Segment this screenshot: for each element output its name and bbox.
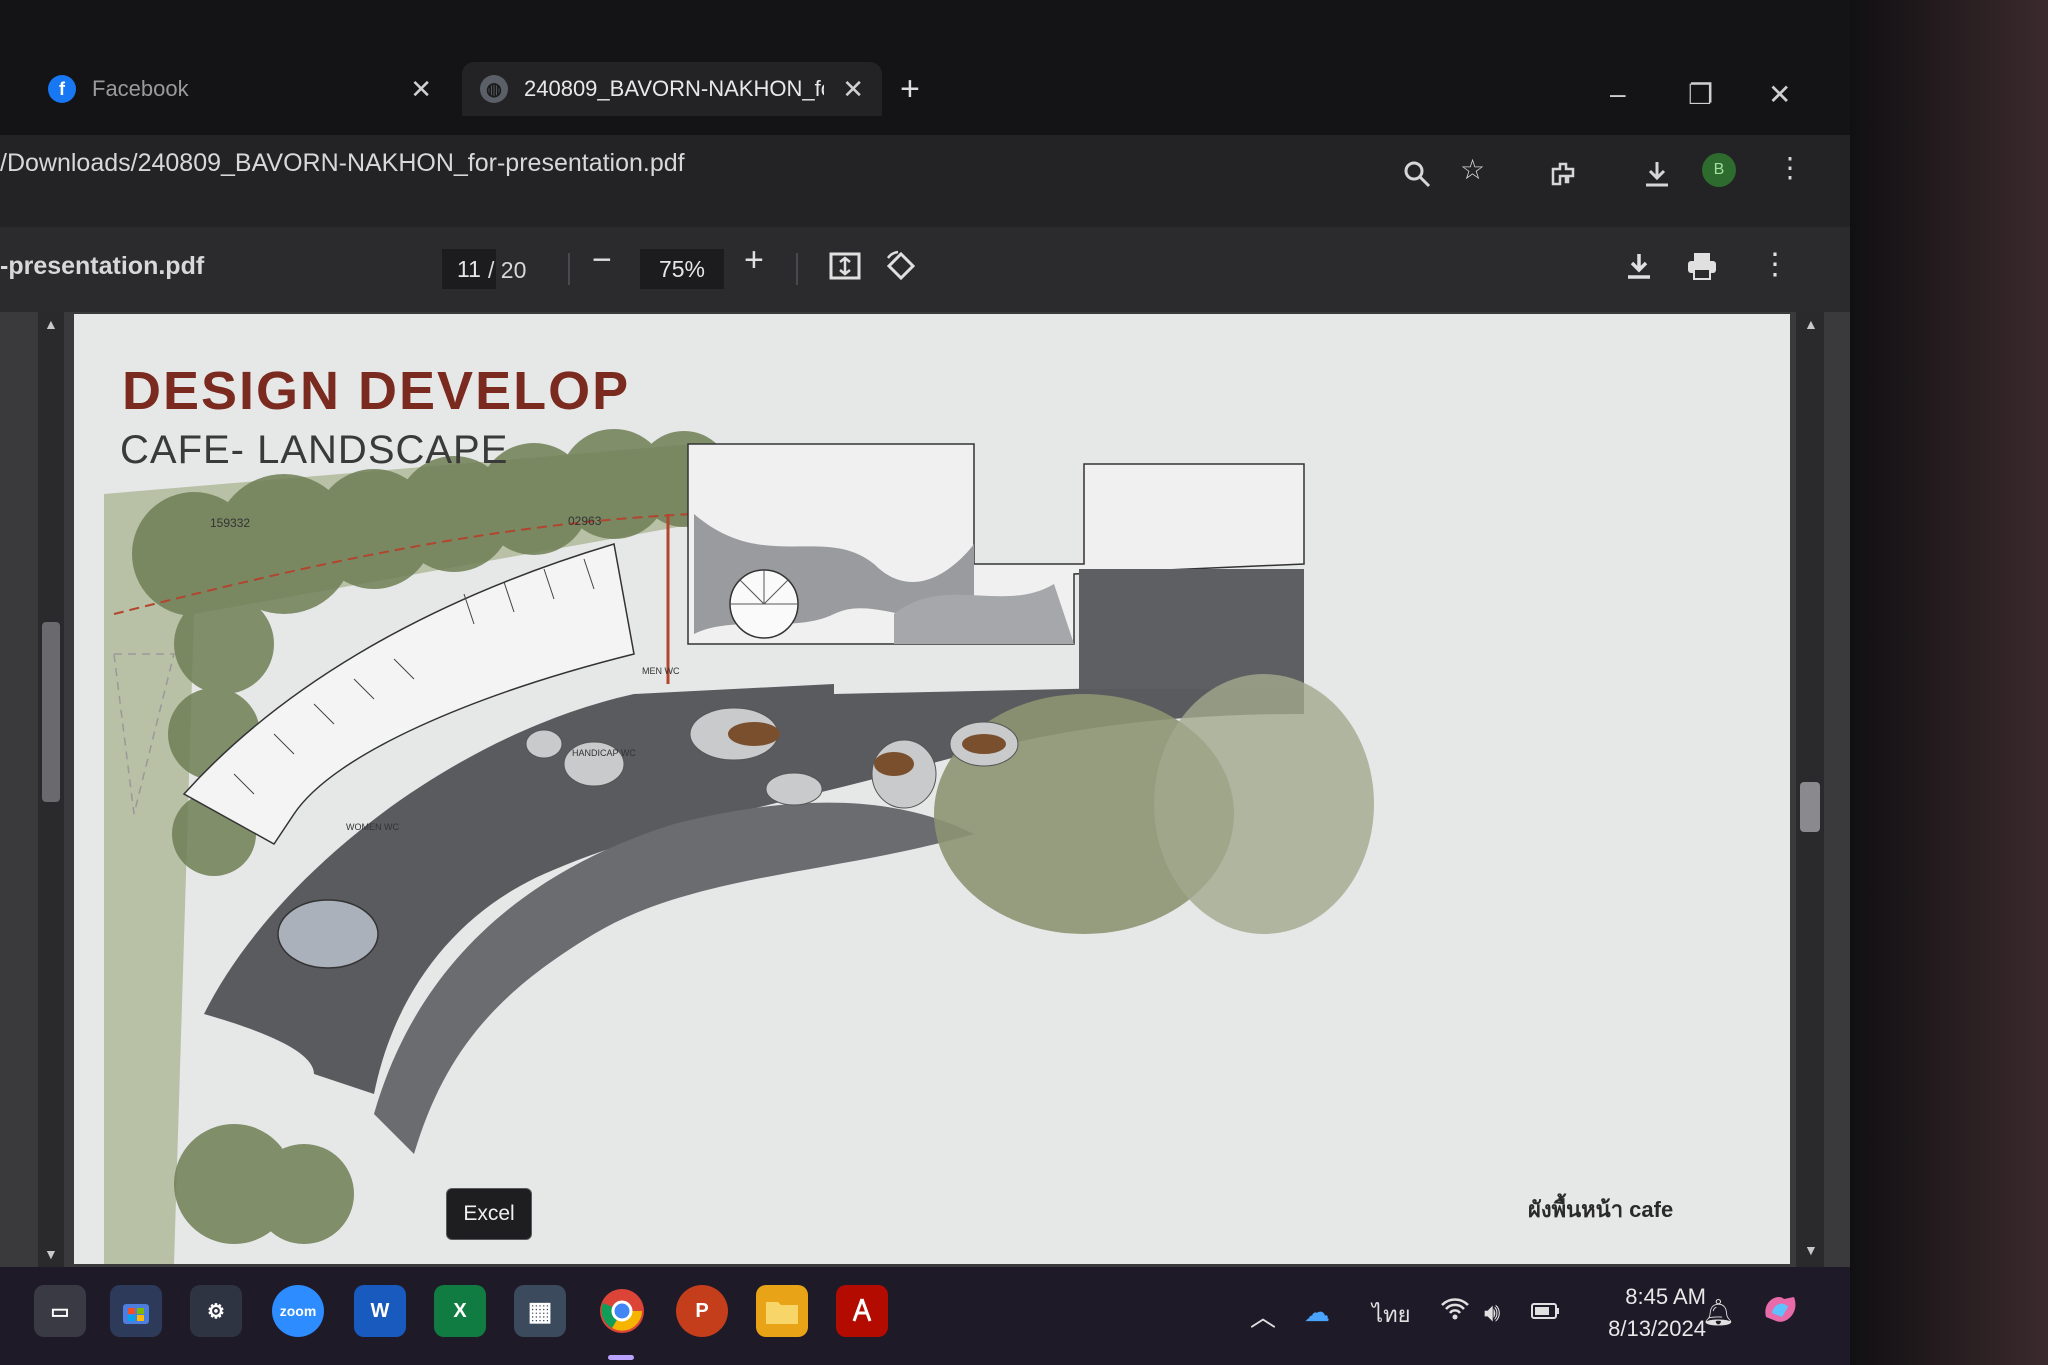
clock-date: 8/13/2024: [1608, 1316, 1706, 1341]
tab-pdf[interactable]: ◍ 240809_BAVORN-NAKHON_for-presentation.…: [462, 62, 882, 116]
chrome-app-icon[interactable]: [596, 1285, 648, 1337]
download-icon[interactable]: [1642, 159, 1672, 196]
active-app-indicator: [608, 1355, 634, 1360]
restore-button[interactable]: ❐: [1688, 78, 1713, 111]
scroll-down-arrow-icon[interactable]: ▼: [1804, 1242, 1818, 1258]
notification-bell-icon[interactable]: 🔔︎: [1702, 1297, 1735, 1328]
plan-caption: ผังพื้นหน้า cafe: [1528, 1197, 1674, 1222]
pdf-download-icon[interactable]: [1624, 251, 1654, 290]
tab-close-icon[interactable]: ✕: [410, 74, 432, 105]
profile-avatar[interactable]: B: [1702, 153, 1736, 187]
toolbar-divider: [568, 253, 570, 285]
pdf-viewport[interactable]: ▲ ▼ DESIGN DEVELOP CAFE- LANDSCAPE 15933…: [0, 312, 1850, 1267]
tab-title: 240809_BAVORN-NAKHON_for-presentation.pd…: [524, 76, 824, 101]
task-view-icon[interactable]: ▭: [34, 1285, 86, 1337]
page-total: / 20: [488, 257, 527, 283]
scroll-up-arrow-icon[interactable]: ▲: [44, 316, 58, 332]
rotate-icon[interactable]: [884, 249, 918, 292]
left-scrollbar[interactable]: ▲ ▼: [38, 312, 64, 1267]
plan-label: MEN WC: [642, 666, 680, 676]
pdf-file-name: -presentation.pdf: [0, 252, 205, 280]
onedrive-cloud-icon[interactable]: ☁: [1304, 1297, 1330, 1328]
tab-facebook[interactable]: f Facebook ✕: [30, 62, 450, 116]
browser-menu-icon[interactable]: ⋮: [1776, 151, 1804, 184]
globe-icon: ◍: [480, 75, 508, 103]
acrobat-app-icon[interactable]: [836, 1285, 888, 1337]
right-scrollbar[interactable]: ▲ ▼: [1796, 312, 1824, 1267]
plan-label: 159332: [210, 516, 251, 530]
excel-app-icon[interactable]: X: [434, 1285, 486, 1337]
page-subtitle: CAFE- LANDSCAPE: [120, 428, 509, 472]
taskbar: ▭ ⚙ zoom W X ▦ P ︿ ☁ ไทย 🔊︎ 8:45 AM 8/13…: [0, 1267, 1850, 1365]
tab-title: Facebook: [92, 76, 189, 101]
clock-time: 8:45 AM: [1625, 1284, 1706, 1309]
tab-strip: f Facebook ✕ ◍ 240809_BAVORN-NAKHON_for-…: [0, 0, 1850, 135]
calculator-icon[interactable]: ▦: [514, 1285, 566, 1337]
scroll-thumb[interactable]: [1800, 782, 1820, 832]
file-explorer-icon[interactable]: [756, 1285, 808, 1337]
settings-gear-icon[interactable]: ⚙: [190, 1285, 242, 1337]
print-icon[interactable]: [1686, 251, 1718, 290]
word-app-icon[interactable]: W: [354, 1285, 406, 1337]
facebook-icon: f: [48, 75, 76, 103]
address-bar[interactable]: /Downloads/240809_BAVORN-NAKHON_for-pres…: [0, 149, 685, 178]
store-icon[interactable]: [110, 1285, 162, 1337]
tab-close-icon[interactable]: ✕: [842, 74, 864, 105]
bookmark-star-icon[interactable]: ☆: [1460, 153, 1485, 186]
browser-toolbar: /Downloads/240809_BAVORN-NAKHON_for-pres…: [0, 135, 1850, 227]
pdf-menu-icon[interactable]: ⋮: [1760, 247, 1790, 282]
search-icon[interactable]: [1402, 159, 1432, 196]
wifi-icon[interactable]: [1440, 1297, 1470, 1328]
minimize-button[interactable]: –: [1610, 78, 1626, 110]
powerpoint-app-icon[interactable]: P: [676, 1285, 728, 1337]
language-indicator[interactable]: ไทย: [1372, 1297, 1410, 1332]
plan-label: HANDICAP WC: [572, 748, 636, 758]
copilot-icon[interactable]: [1758, 1287, 1802, 1338]
close-window-button[interactable]: ✕: [1768, 78, 1791, 111]
zoom-out-button[interactable]: −: [592, 241, 612, 280]
extensions-icon[interactable]: [1548, 159, 1578, 196]
scroll-down-arrow-icon[interactable]: ▼: [44, 1246, 58, 1262]
pdf-toolbar: -presentation.pdf 11 / 20 − 75% + ⋮: [0, 227, 1850, 312]
taskbar-tooltip: Excel: [446, 1188, 532, 1240]
new-tab-button[interactable]: +: [900, 70, 920, 109]
volume-icon[interactable]: 🔊︎: [1484, 1297, 1500, 1329]
toolbar-divider: [796, 253, 798, 285]
zoom-in-button[interactable]: +: [744, 241, 764, 280]
zoom-level-input[interactable]: 75%: [640, 249, 724, 289]
zoom-app-icon[interactable]: zoom: [272, 1285, 324, 1337]
pdf-page: DESIGN DEVELOP CAFE- LANDSCAPE 159332 02…: [74, 314, 1790, 1264]
page-title: DESIGN DEVELOP: [122, 361, 631, 421]
scroll-up-arrow-icon[interactable]: ▲: [1804, 316, 1818, 332]
tray-overflow-chevron-icon[interactable]: ︿: [1250, 1297, 1276, 1334]
plan-label: WOMEN WC: [346, 822, 399, 832]
screen-bezel: [1850, 0, 2048, 1365]
system-clock[interactable]: 8:45 AM 8/13/2024: [1586, 1281, 1706, 1345]
fit-page-icon[interactable]: [828, 249, 862, 292]
scroll-thumb[interactable]: [42, 622, 60, 802]
plan-label: 02963: [568, 514, 602, 528]
battery-icon[interactable]: [1530, 1297, 1562, 1328]
